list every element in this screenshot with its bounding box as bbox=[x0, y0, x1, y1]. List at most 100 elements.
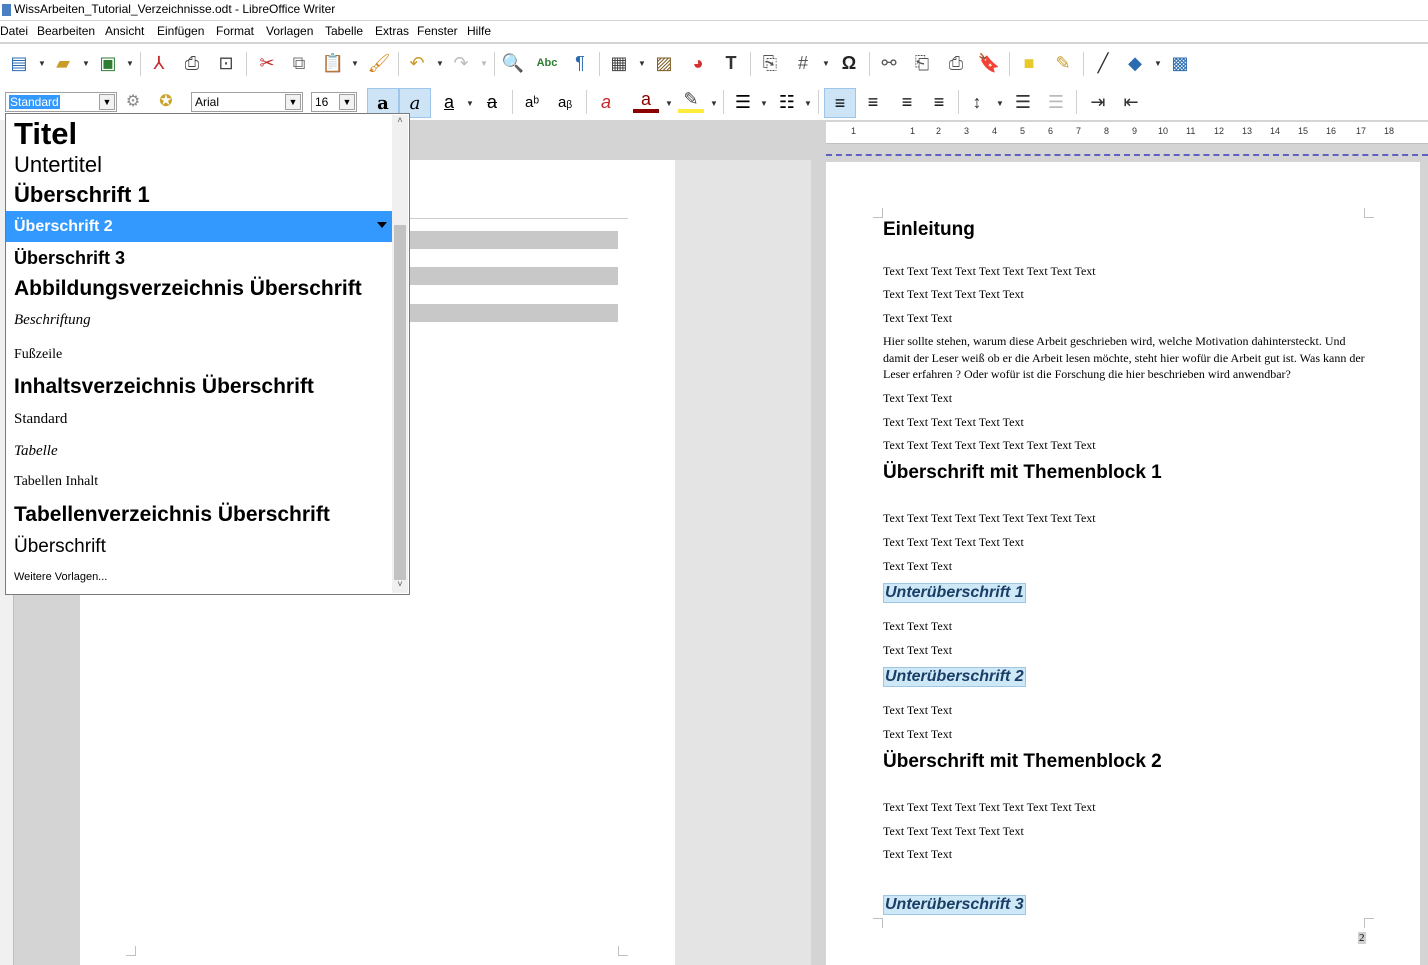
body-text[interactable]: Text Text Text Text Text Text bbox=[883, 535, 1024, 550]
body-text[interactable]: Text Text Text bbox=[883, 559, 952, 574]
body-text[interactable]: Text Text Text bbox=[883, 311, 952, 326]
insert-table-icon[interactable]: ▦ bbox=[606, 50, 632, 76]
scrollbar-thumb[interactable] bbox=[394, 225, 406, 580]
export-pdf-icon[interactable]: ⅄ bbox=[146, 50, 172, 76]
chevron-down-icon[interactable]: ▼ bbox=[351, 60, 359, 68]
insert-hyperlink-icon[interactable]: ⚯ bbox=[876, 50, 902, 76]
style-item-tabellenverzeichnis[interactable]: Tabellenverzeichnis Überschrift bbox=[6, 503, 393, 533]
find-replace-icon[interactable]: 🔍 bbox=[500, 50, 526, 76]
bullet-list-icon[interactable]: ☰ bbox=[730, 89, 756, 115]
body-text[interactable]: Text Text Text bbox=[883, 643, 952, 658]
menu-extras[interactable]: Extras bbox=[375, 24, 409, 38]
chevron-down-icon[interactable]: ▼ bbox=[82, 60, 90, 68]
chevron-down-icon[interactable]: ▼ bbox=[436, 60, 444, 68]
chevron-down-icon[interactable]: ▼ bbox=[480, 60, 488, 68]
undo-icon[interactable]: ↶ bbox=[404, 50, 430, 76]
insert-comment-icon[interactable]: ■ bbox=[1016, 50, 1042, 76]
style-item-beschriftung[interactable]: Beschriftung bbox=[6, 312, 393, 336]
triangle-down-icon[interactable] bbox=[377, 222, 387, 228]
chevron-down-icon[interactable]: ▼ bbox=[126, 60, 134, 68]
chevron-down-icon[interactable]: ▼ bbox=[99, 94, 115, 110]
style-item-ueberschrift[interactable]: Überschrift bbox=[6, 536, 393, 562]
menu-tabelle[interactable]: Tabelle bbox=[325, 24, 363, 38]
font-size-combo[interactable]: 16 ▼ bbox=[311, 92, 357, 112]
draw-functions-icon[interactable]: ▩ bbox=[1167, 50, 1193, 76]
insert-footnote-icon[interactable]: ⎗ bbox=[909, 50, 935, 76]
style-item-abbildungsverzeichnis[interactable]: Abbildungsverzeichnis Überschrift bbox=[6, 277, 393, 307]
body-text[interactable]: Text Text Text Text Text Text Text Text … bbox=[883, 511, 1096, 526]
insert-line-icon[interactable]: ╱ bbox=[1090, 50, 1116, 76]
highlighting-color-icon[interactable]: ✎ bbox=[678, 89, 704, 113]
subheading-3[interactable]: Unterüberschrift 3 bbox=[883, 895, 1026, 915]
spellcheck-icon[interactable]: Abc bbox=[534, 50, 560, 76]
superscript-icon[interactable]: aᵇ bbox=[519, 89, 545, 115]
body-text[interactable]: Text Text Text bbox=[883, 847, 952, 862]
decrease-paragraph-spacing-icon[interactable]: ☰ bbox=[1043, 89, 1069, 115]
chevron-down-icon[interactable]: ▼ bbox=[38, 60, 46, 68]
body-text[interactable]: Text Text Text bbox=[883, 391, 952, 406]
heading-einleitung[interactable]: Einleitung bbox=[883, 219, 975, 241]
menu-bearbeiten[interactable]: Bearbeiten bbox=[37, 24, 95, 38]
more-styles-link[interactable]: Weitere Vorlagen... bbox=[6, 571, 393, 589]
special-character-icon[interactable]: Ω bbox=[836, 50, 862, 76]
body-text[interactable]: Text Text Text bbox=[883, 619, 952, 634]
justify-icon[interactable]: ≡ bbox=[926, 89, 952, 115]
scroll-up-icon[interactable]: ˄ bbox=[392, 115, 408, 129]
numbered-list-icon[interactable]: ☷ bbox=[774, 89, 800, 115]
line-spacing-icon[interactable]: ↕ bbox=[964, 89, 990, 115]
basic-shapes-icon[interactable]: ◆ bbox=[1122, 50, 1148, 76]
font-name-combo[interactable]: Arial ▼ bbox=[191, 92, 303, 112]
insert-textbox-icon[interactable]: T bbox=[718, 50, 744, 76]
chevron-down-icon[interactable]: ▼ bbox=[466, 100, 474, 108]
save-icon[interactable]: ▣ bbox=[95, 50, 121, 76]
body-text[interactable]: Text Text Text Text Text Text bbox=[883, 824, 1024, 839]
body-text[interactable]: Text Text Text Text Text Text bbox=[883, 415, 1024, 430]
body-paragraph-line[interactable]: Leser erfahren ? Oder wofür ist die Fors… bbox=[883, 367, 1291, 382]
dropdown-scrollbar[interactable]: ˄ ˅ bbox=[392, 115, 408, 593]
clear-formatting-icon[interactable]: a bbox=[593, 89, 619, 115]
insert-page-break-icon[interactable]: ⎘ bbox=[757, 50, 783, 76]
menu-hilfe[interactable]: Hilfe bbox=[467, 24, 491, 38]
style-item-ueberschrift-2[interactable]: Überschrift 2 bbox=[6, 211, 393, 242]
insert-bookmark-icon[interactable]: 🔖 bbox=[976, 50, 1002, 76]
chevron-down-icon[interactable]: ▼ bbox=[996, 100, 1004, 108]
formatting-marks-icon[interactable]: ¶ bbox=[567, 50, 593, 76]
chevron-down-icon[interactable]: ▼ bbox=[665, 100, 673, 108]
font-color-icon[interactable]: a bbox=[633, 89, 659, 113]
align-center-icon[interactable]: ≡ bbox=[860, 89, 886, 115]
body-paragraph-line[interactable]: damit der Leser weiß ob er die Arbeit le… bbox=[883, 351, 1365, 366]
body-text[interactable]: Text Text Text Text Text Text Text Text … bbox=[883, 800, 1096, 815]
decrease-indent-icon[interactable]: ⇤ bbox=[1118, 89, 1144, 115]
style-item-standard[interactable]: Standard bbox=[6, 411, 393, 433]
paragraph-style-dropdown[interactable]: Titel Untertitel Überschrift 1 Überschri… bbox=[5, 113, 410, 595]
redo-icon[interactable]: ↷ bbox=[448, 50, 474, 76]
body-text[interactable]: Text Text Text bbox=[883, 727, 952, 742]
chevron-down-icon[interactable]: ▼ bbox=[285, 94, 301, 110]
open-folder-icon[interactable]: ▰ bbox=[50, 50, 76, 76]
increase-indent-icon[interactable]: ⇥ bbox=[1085, 89, 1111, 115]
subscript-icon[interactable]: aᵦ bbox=[552, 89, 578, 115]
update-style-icon[interactable]: ⚙ bbox=[120, 88, 146, 114]
body-text[interactable]: Text Text Text Text Text Text bbox=[883, 287, 1024, 302]
heading-themenblock-2[interactable]: Überschrift mit Themenblock 2 bbox=[883, 751, 1162, 773]
scroll-down-icon[interactable]: ˅ bbox=[392, 579, 408, 593]
body-text[interactable]: Text Text Text Text Text Text Text Text … bbox=[883, 438, 1096, 453]
style-item-inhaltsverzeichnis[interactable]: Inhaltsverzeichnis Überschrift bbox=[6, 375, 393, 405]
chevron-down-icon[interactable]: ▼ bbox=[638, 60, 646, 68]
body-text[interactable]: Text Text Text Text Text Text Text Text … bbox=[883, 264, 1096, 279]
insert-field-icon[interactable]: # bbox=[790, 50, 816, 76]
clone-formatting-icon[interactable]: 🖌 bbox=[366, 50, 392, 76]
menu-ansicht[interactable]: Ansicht bbox=[105, 24, 144, 38]
paragraph-style-combo[interactable]: Standard ▼ bbox=[5, 92, 117, 112]
heading-themenblock-1[interactable]: Überschrift mit Themenblock 1 bbox=[883, 462, 1162, 484]
style-item-untertitel[interactable]: Untertitel bbox=[6, 152, 393, 182]
style-item-ueberschrift-1[interactable]: Überschrift 1 bbox=[6, 182, 393, 212]
style-item-fusszeile[interactable]: Fußzeile bbox=[6, 347, 393, 369]
chevron-down-icon[interactable]: ▼ bbox=[710, 100, 718, 108]
cut-icon[interactable]: ✂ bbox=[254, 50, 280, 76]
chevron-down-icon[interactable]: ▼ bbox=[804, 100, 812, 108]
menu-einfuegen[interactable]: Einfügen bbox=[157, 24, 204, 38]
strikethrough-icon[interactable]: a bbox=[479, 89, 505, 115]
paste-icon[interactable]: 📋 bbox=[320, 50, 346, 76]
style-item-ueberschrift-3[interactable]: Überschrift 3 bbox=[6, 248, 393, 274]
